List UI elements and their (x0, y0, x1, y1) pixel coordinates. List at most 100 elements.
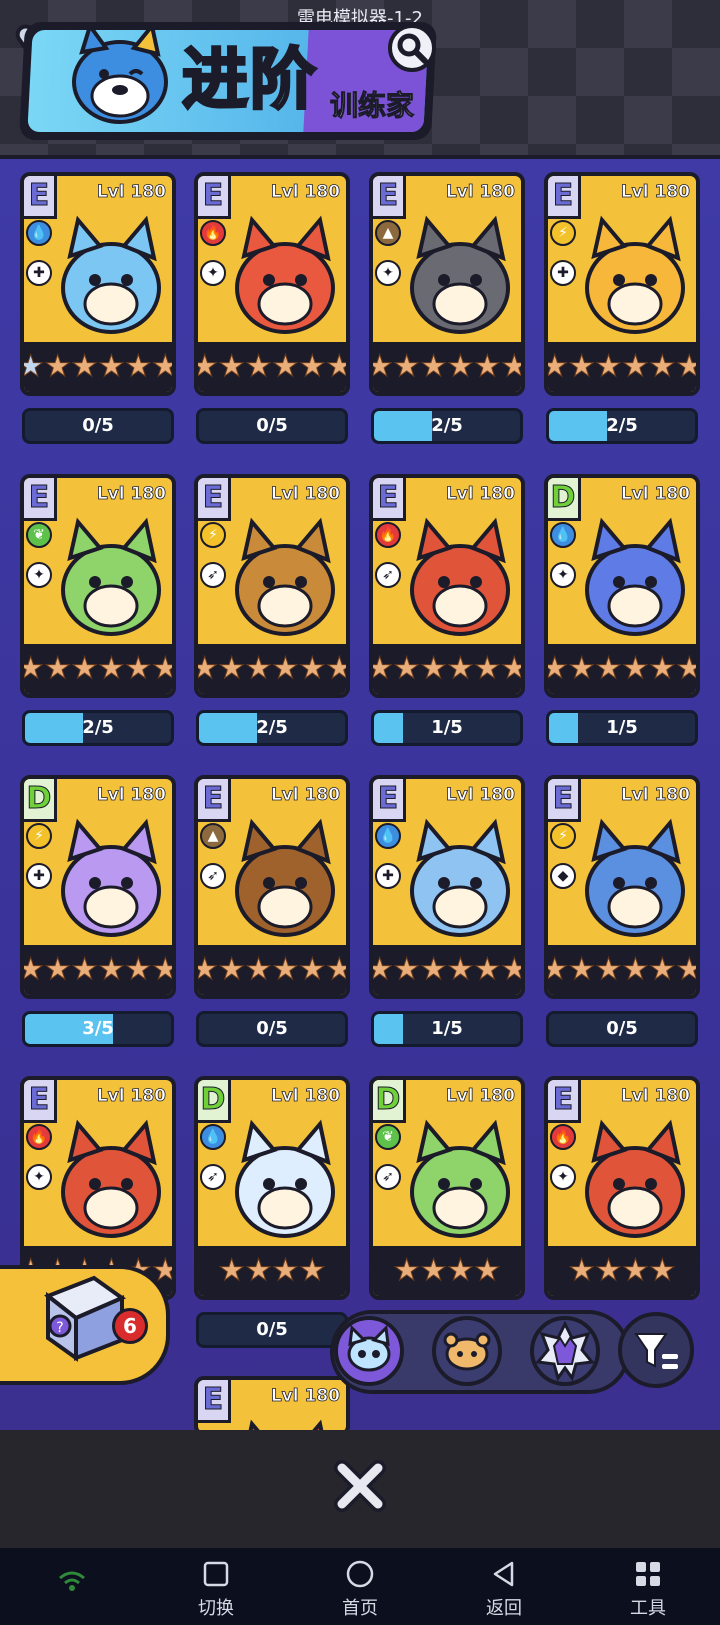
grade-badge: D (24, 779, 57, 822)
nav-back-label: 返回 (486, 1598, 522, 1619)
star-icon: ★ (447, 952, 475, 987)
support-role-icon: ✚ (26, 863, 52, 889)
upgrade-progress-bar: 2/5 (196, 710, 348, 746)
level-label: Lvl 180 (96, 785, 166, 806)
upgrade-progress-bar: 1/5 (371, 710, 523, 746)
sort-filter-button[interactable] (618, 1312, 694, 1388)
star-icon: ★ (500, 954, 521, 985)
grade-badge: E (373, 779, 406, 822)
star-icon: ★ (420, 651, 448, 686)
grade-badge: E (24, 176, 57, 219)
water-element-icon: 💧 (200, 1124, 226, 1150)
nav-switch-button[interactable]: 切换 (176, 1548, 256, 1625)
star-rating: ★★★★★★ (373, 644, 521, 694)
monster-card[interactable]: ELvl 180⚡◆★★★★★★ (544, 775, 700, 999)
progress-text: 2/5 (606, 415, 638, 436)
nav-tools-button[interactable]: 工具 (608, 1548, 688, 1625)
monster-card[interactable]: ELvl 180🔥✦★★★★★★ (194, 172, 350, 396)
star-icon: ★ (44, 651, 72, 686)
search-button[interactable] (388, 24, 436, 72)
level-label: Lvl 180 (620, 484, 690, 505)
level-label: Lvl 180 (620, 785, 690, 806)
mage-role-icon: ✦ (550, 1164, 576, 1190)
fire-element-icon: 🔥 (375, 522, 401, 548)
star-icon: ★ (218, 1253, 246, 1288)
monster-card[interactable]: ELvl 180❦✦★★★★★★ (20, 474, 176, 698)
monster-card[interactable]: ELvl 180▲✦★★★★★★ (369, 172, 525, 396)
filter-cat-button[interactable] (334, 1316, 404, 1386)
warrior-role-icon: ➶ (200, 1164, 226, 1190)
star-rating: ★★★★★★ (198, 644, 346, 694)
monster-card[interactable]: ELvl 180▲➶★★★★★★ (194, 775, 350, 999)
grade-badge: E (548, 1080, 581, 1123)
monster-card[interactable]: ELvl 180💧✚★★★★★★ (369, 775, 525, 999)
star-icon: ★ (44, 952, 72, 987)
progress-text: 1/5 (606, 717, 638, 738)
star-icon: ★ (272, 651, 300, 686)
electric-element-icon: ⚡ (550, 220, 576, 246)
star-icon: ★ (648, 651, 676, 686)
grade-badge: E (198, 478, 231, 521)
monster-portrait-icon (61, 1119, 161, 1238)
star-icon: ★ (298, 952, 326, 987)
monster-card[interactable]: ELvl 180🔥➶★★★★★★ (369, 474, 525, 698)
upgrade-progress-bar: 1/5 (546, 710, 698, 746)
level-label: Lvl 180 (620, 182, 690, 203)
star-icon: ★ (648, 1253, 676, 1288)
progress-text: 2/5 (431, 415, 463, 436)
mage-role-icon: ✦ (375, 260, 401, 286)
triangle-back-icon (493, 1561, 514, 1587)
monster-card[interactable]: DLvl 180💧✦★★★★★★ (544, 474, 700, 698)
fire-element-icon: 🔥 (26, 1124, 52, 1150)
level-label: Lvl 180 (270, 1386, 340, 1407)
star-rating: ★★★★★★ (548, 945, 696, 995)
upgrade-progress-bar: 2/5 (22, 710, 174, 746)
earth-element-icon: ▲ (375, 220, 401, 246)
grade-badge: E (373, 176, 406, 219)
monster-portrait-icon (61, 818, 161, 937)
star-icon: ★ (298, 349, 326, 384)
monster-card[interactable]: ELvl 180💧✚★★★★★★ (20, 172, 176, 396)
level-label: Lvl 180 (445, 1086, 515, 1107)
star-icon: ★ (24, 351, 45, 382)
monster-portrait-icon (585, 215, 685, 334)
support-role-icon: ✚ (550, 260, 576, 286)
fire-element-icon: 🔥 (550, 1124, 576, 1150)
star-icon: ★ (393, 349, 421, 384)
monster-card[interactable]: D Lvl 180 ❦ ➶ ★ ★ ★ ★ (369, 1076, 525, 1300)
star-icon: ★ (595, 1253, 623, 1288)
grade-badge: E (198, 1380, 231, 1423)
progress-text: 0/5 (256, 1319, 288, 1340)
monster-card[interactable]: E Lvl 180 (194, 1376, 350, 1436)
star-icon: ★ (24, 954, 45, 985)
grade-badge: E (373, 478, 406, 521)
star-rating: ★ ★ ★ ★ (373, 1246, 521, 1296)
star-icon: ★ (71, 651, 99, 686)
nav-back-button[interactable]: 返回 (464, 1548, 544, 1625)
star-icon: ★ (245, 1253, 273, 1288)
monster-card[interactable]: ELvl 180⚡➶★★★★★★ (194, 474, 350, 698)
grade-badge: E (198, 176, 231, 219)
filter-badge-button[interactable] (530, 1316, 600, 1386)
star-rating: ★★★★★★ (198, 342, 346, 392)
star-icon: ★ (648, 349, 676, 384)
gift-count-badge: 6 (112, 1308, 148, 1344)
filter-bear-button[interactable] (432, 1316, 502, 1386)
monster-card[interactable]: DLvl 180⚡✚★★★★★★ (20, 775, 176, 999)
grade-badge: D (548, 478, 581, 521)
monster-portrait-icon (235, 517, 335, 636)
monster-card[interactable]: E Lvl 180 🔥 ✦ ★ ★ ★ ★ (544, 1076, 700, 1300)
upgrade-progress-bar: 1/5 (371, 1011, 523, 1047)
nav-home-button[interactable]: 首页 (320, 1548, 400, 1625)
star-icon: ★ (595, 952, 623, 987)
support-role-icon: ✚ (375, 863, 401, 889)
monster-card[interactable]: D Lvl 180 💧 ➶ ★ ★ ★ ★ (194, 1076, 350, 1300)
close-icon[interactable] (332, 1458, 388, 1514)
warrior-role-icon: ➶ (200, 863, 226, 889)
star-icon: ★ (447, 1253, 475, 1288)
level-label: Lvl 180 (96, 182, 166, 203)
star-icon: ★ (272, 1253, 300, 1288)
monster-card[interactable]: ELvl 180⚡✚★★★★★★ (544, 172, 700, 396)
star-icon: ★ (595, 349, 623, 384)
monster-portrait-icon (410, 818, 510, 937)
